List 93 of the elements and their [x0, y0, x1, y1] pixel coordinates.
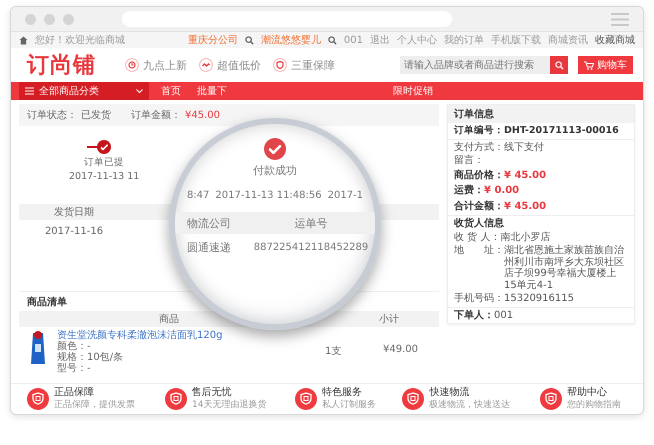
field-value: ¥ 0.00 [484, 185, 520, 196]
search-icon[interactable] [554, 60, 564, 70]
shield-icon [164, 388, 187, 410]
nav-link[interactable]: 批量下 [197, 84, 227, 98]
top-link[interactable]: 001 [344, 34, 363, 46]
shield-icon [27, 388, 50, 410]
field-label: 手机号码： [454, 293, 504, 304]
product-attribute: 规格：10包/条 [57, 352, 124, 363]
column-header: 发货日期 [53, 206, 95, 219]
field-value: 001 [494, 310, 514, 320]
top-link[interactable]: 个人中心 [397, 33, 437, 47]
menu-icon[interactable] [611, 12, 629, 26]
panel-title: 订单信息 [448, 105, 634, 123]
table-cell-text: 圆通速递 [186, 240, 232, 255]
product-attribute: 型号：- [57, 363, 92, 374]
column-header: 物流公司 [186, 216, 232, 230]
product-quantity: 1支 [325, 344, 342, 358]
section-title: 收货人信息 [453, 217, 505, 230]
column-header: 商品 [158, 312, 180, 326]
service-title: 帮助中心 [566, 387, 608, 399]
feature-label: 九点上新 [143, 58, 187, 72]
shield-icon [540, 388, 562, 410]
table-cell-text: 2017-11-16 [44, 226, 104, 236]
column-header: 小计 [379, 312, 399, 326]
search-icon[interactable] [244, 36, 254, 44]
table-cell-text: 887225412118452289 [252, 242, 370, 253]
field-value: 15320916115 [504, 293, 574, 304]
field-value: ¥ 45.00 [504, 200, 546, 212]
field-value: 线下支付 [504, 142, 544, 152]
field-label: 订单编号： [454, 125, 504, 136]
window-dot-icon[interactable] [25, 14, 36, 24]
field-label: 留言： [454, 155, 484, 166]
service-title: 特色服务 [322, 387, 363, 399]
field-label: 运费： [454, 185, 484, 196]
service-subtitle: 正品保障，提供发票 [54, 400, 136, 410]
step-label: 订单已提 [84, 156, 124, 169]
service-title: 售后无忧 [192, 387, 233, 399]
step-time: 2017-1 [328, 190, 364, 201]
menu-icon [25, 87, 34, 95]
field-label: 地 址： [454, 245, 504, 258]
nav-link[interactable]: 首页 [161, 84, 181, 98]
field-label: 支付方式： [454, 142, 504, 152]
shield-icon [294, 388, 317, 410]
window-dot-icon[interactable] [44, 14, 55, 24]
greeting-text: 您好！欢迎光临商城 [35, 34, 125, 47]
feature-label: 三重保障 [291, 58, 335, 72]
service-subtitle: 极速物流，快速送达 [429, 400, 510, 410]
window-dot-icon[interactable] [63, 14, 74, 24]
top-link[interactable]: 退出 [370, 33, 390, 47]
field-label: 合计金额： [454, 200, 504, 212]
bookmark-link[interactable]: 收藏商城 [595, 33, 635, 47]
cart-button[interactable]: 购物车 [578, 56, 633, 74]
field-value: DHT-20171113-00016 [504, 125, 619, 136]
field-value: 南北小罗店 [500, 232, 550, 243]
home-icon[interactable] [19, 36, 28, 44]
product-name-link[interactable]: 资生堂洗颜专科柔澈泡沫洁面乳120g [57, 330, 317, 341]
step-time: 2017-11-13 11 [69, 171, 140, 182]
clock-icon [125, 58, 139, 72]
product-attribute: 颜色：- [57, 341, 92, 352]
service-title: 正品保障 [54, 387, 96, 399]
cart-icon [584, 60, 594, 70]
feature-label: 超值低价 [217, 58, 261, 72]
column-header: 运单号 [294, 216, 328, 230]
search-icon[interactable] [328, 36, 337, 44]
shield-icon [273, 58, 287, 72]
field-value: 湖北省恩施土家族苗族自治州利川市南坪乡大东坝社区店子坝99号幸福大厦楼上15单元4-1 [504, 245, 625, 291]
field-value: ¥ 45.00 [504, 170, 546, 180]
shop-link[interactable]: 重庆分公司 [188, 33, 238, 47]
field-label: 商品价格： [454, 170, 504, 180]
category-menu[interactable]: 全部商品分类 [19, 82, 149, 100]
step-time: 2017-11-13 11:48:56 [215, 190, 322, 201]
top-link[interactable]: 手机版下载 [491, 33, 541, 47]
field-value: 已发货 [81, 109, 111, 122]
service-title: 快速物流 [429, 387, 470, 399]
shop-link[interactable]: 潮流悠悠婴儿 [260, 33, 321, 47]
top-link[interactable]: 商城资讯 [548, 33, 588, 47]
service-subtitle: 您的购物指南 [566, 400, 621, 410]
field-label: 订单金额： [131, 108, 181, 122]
field-label: 下单人： [454, 310, 494, 320]
service-subtitle: 私人订制服务 [322, 400, 376, 410]
service-subtitle: 14天无理由退换货 [192, 400, 266, 410]
step-time: 8:47 [186, 190, 210, 201]
field-label: 订单状态： [27, 108, 77, 122]
nav-link[interactable]: 限时促销 [393, 84, 433, 98]
field-label: 收 货 人： [454, 232, 500, 243]
product-subtotal: ¥49.00 [383, 344, 418, 355]
step-label: 付款成功 [253, 163, 297, 178]
field-value: ¥45.00 [185, 110, 220, 120]
top-link[interactable]: 我的订单 [444, 33, 484, 47]
shield-icon [402, 388, 424, 410]
caret-icon [136, 88, 143, 94]
site-logo[interactable]: 订尚铺 [27, 50, 105, 80]
section-title: 商品清单 [26, 295, 68, 310]
